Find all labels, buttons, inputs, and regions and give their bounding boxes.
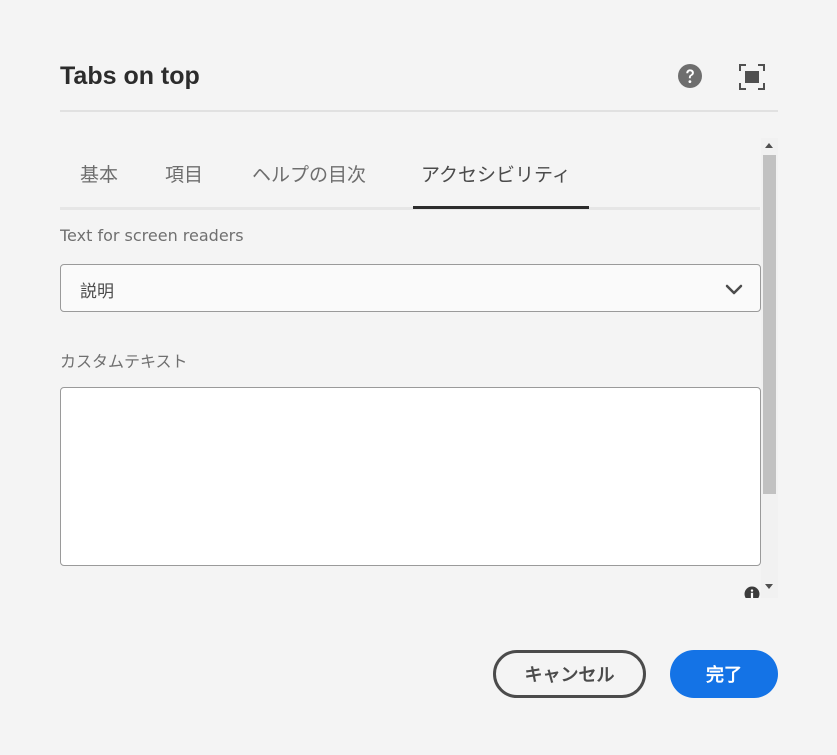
fullscreen-icon[interactable] xyxy=(738,63,766,91)
tab-items[interactable]: 項目 xyxy=(157,160,211,210)
dialog-content: 基本 項目 ヘルプの目次 アクセシビリティ Text for screen re… xyxy=(60,138,778,598)
dialog-header: Tabs on top xyxy=(60,40,778,112)
dialog: Tabs on top 基本 項目 ヘルプの目次 アクセシビリティ Text f… xyxy=(0,0,837,755)
screen-reader-select[interactable]: 説明 xyxy=(60,264,761,312)
tab-basic[interactable]: 基本 xyxy=(72,160,126,210)
active-tab-indicator xyxy=(413,206,589,209)
tab-accessibility[interactable]: アクセシビリティ xyxy=(413,160,579,210)
tab-help-contents[interactable]: ヘルプの目次 xyxy=(244,160,374,210)
select-value: 説明 xyxy=(80,282,114,302)
custom-text-label: カスタムテキスト xyxy=(60,352,188,371)
scroll-thumb[interactable] xyxy=(763,155,776,494)
tab-bar: 基本 項目 ヘルプの目次 アクセシビリティ xyxy=(60,138,760,210)
cancel-button[interactable]: キャンセル xyxy=(493,650,646,698)
scroll-up-icon[interactable] xyxy=(765,143,773,148)
done-button[interactable]: 完了 xyxy=(670,650,778,698)
vertical-scrollbar[interactable] xyxy=(761,138,778,598)
scroll-down-icon[interactable] xyxy=(765,584,773,589)
screen-reader-label: Text for screen readers xyxy=(60,226,244,245)
help-icon[interactable] xyxy=(677,63,703,89)
chevron-down-icon xyxy=(724,279,744,299)
custom-text-input[interactable] xyxy=(60,387,761,566)
dialog-title: Tabs on top xyxy=(60,62,200,90)
info-icon[interactable] xyxy=(744,586,760,598)
